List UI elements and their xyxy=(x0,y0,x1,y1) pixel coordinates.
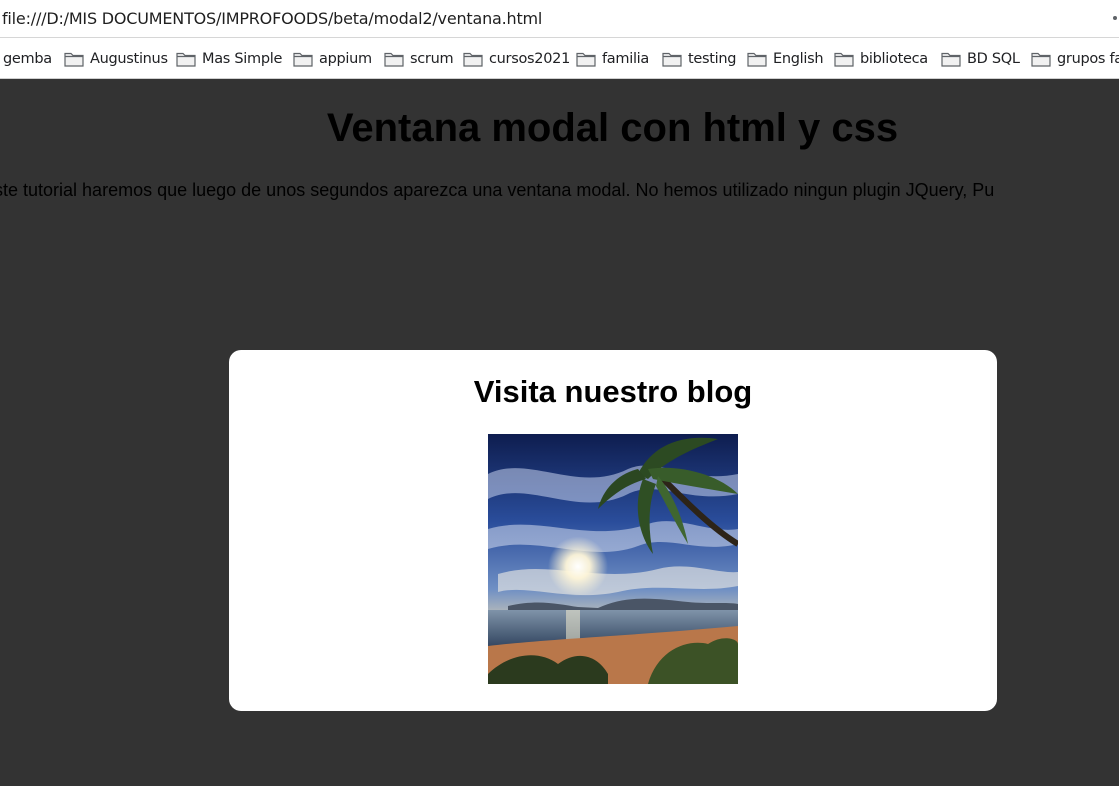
bookmark-label: appium xyxy=(319,50,372,67)
more-menu-icon[interactable] xyxy=(1113,16,1117,20)
page-paragraph: este tutorial haremos que luego de unos … xyxy=(0,180,995,200)
bookmark-label: grupos fa xyxy=(1057,50,1119,67)
bookmark-scrum[interactable]: scrum xyxy=(384,38,454,78)
page-title: Ventana modal con html y css xyxy=(326,106,899,150)
folder-icon xyxy=(941,52,961,67)
folder-icon xyxy=(1031,52,1051,67)
bookmark-label: biblioteca xyxy=(860,50,928,67)
bookmark-biblioteca[interactable]: biblioteca xyxy=(834,38,928,78)
folder-icon xyxy=(747,52,767,67)
modal-window: Visita nuestro blog xyxy=(229,350,997,711)
bookmark-grupos[interactable]: grupos fa xyxy=(1031,38,1119,78)
bookmark-augustinus[interactable]: Augustinus xyxy=(64,38,168,78)
bookmark-label: gemba xyxy=(3,50,52,67)
bookmark-label: English xyxy=(773,50,824,67)
bookmark-mas-simple[interactable]: Mas Simple xyxy=(176,38,283,78)
bookmark-label: Mas Simple xyxy=(202,50,283,67)
folder-icon xyxy=(662,52,682,67)
bookmark-cursos2021[interactable]: cursos2021 xyxy=(463,38,571,78)
bookmark-label: familia xyxy=(602,50,649,67)
address-bar[interactable]: file:///D:/MIS DOCUMENTOS/IMPROFOODS/bet… xyxy=(0,0,1119,38)
folder-icon xyxy=(176,52,196,67)
bookmark-familia[interactable]: familia xyxy=(576,38,649,78)
bookmarks-bar: gemba Augustinus Mas Simple appium scrum… xyxy=(0,38,1119,79)
bookmark-testing[interactable]: testing xyxy=(662,38,737,78)
folder-icon xyxy=(293,52,313,67)
url-text[interactable]: file:///D:/MIS DOCUMENTOS/IMPROFOODS/bet… xyxy=(2,9,542,28)
bookmark-label: BD SQL xyxy=(967,50,1020,67)
bookmark-label: testing xyxy=(688,50,737,67)
folder-icon xyxy=(576,52,596,67)
folder-icon xyxy=(64,52,84,67)
modal-title: Visita nuestro blog xyxy=(473,374,753,409)
folder-icon xyxy=(834,52,854,67)
bookmark-label: cursos2021 xyxy=(489,50,571,67)
bookmark-label: scrum xyxy=(410,50,454,67)
bookmark-english[interactable]: English xyxy=(747,38,824,78)
palm-beach-sunset-image[interactable] xyxy=(488,434,738,684)
folder-icon xyxy=(384,52,404,67)
bookmark-label: Augustinus xyxy=(90,50,168,67)
bookmark-gemba[interactable]: gemba xyxy=(3,38,52,78)
bookmark-appium[interactable]: appium xyxy=(293,38,372,78)
bookmark-bd-sql[interactable]: BD SQL xyxy=(941,38,1020,78)
folder-icon xyxy=(463,52,483,67)
